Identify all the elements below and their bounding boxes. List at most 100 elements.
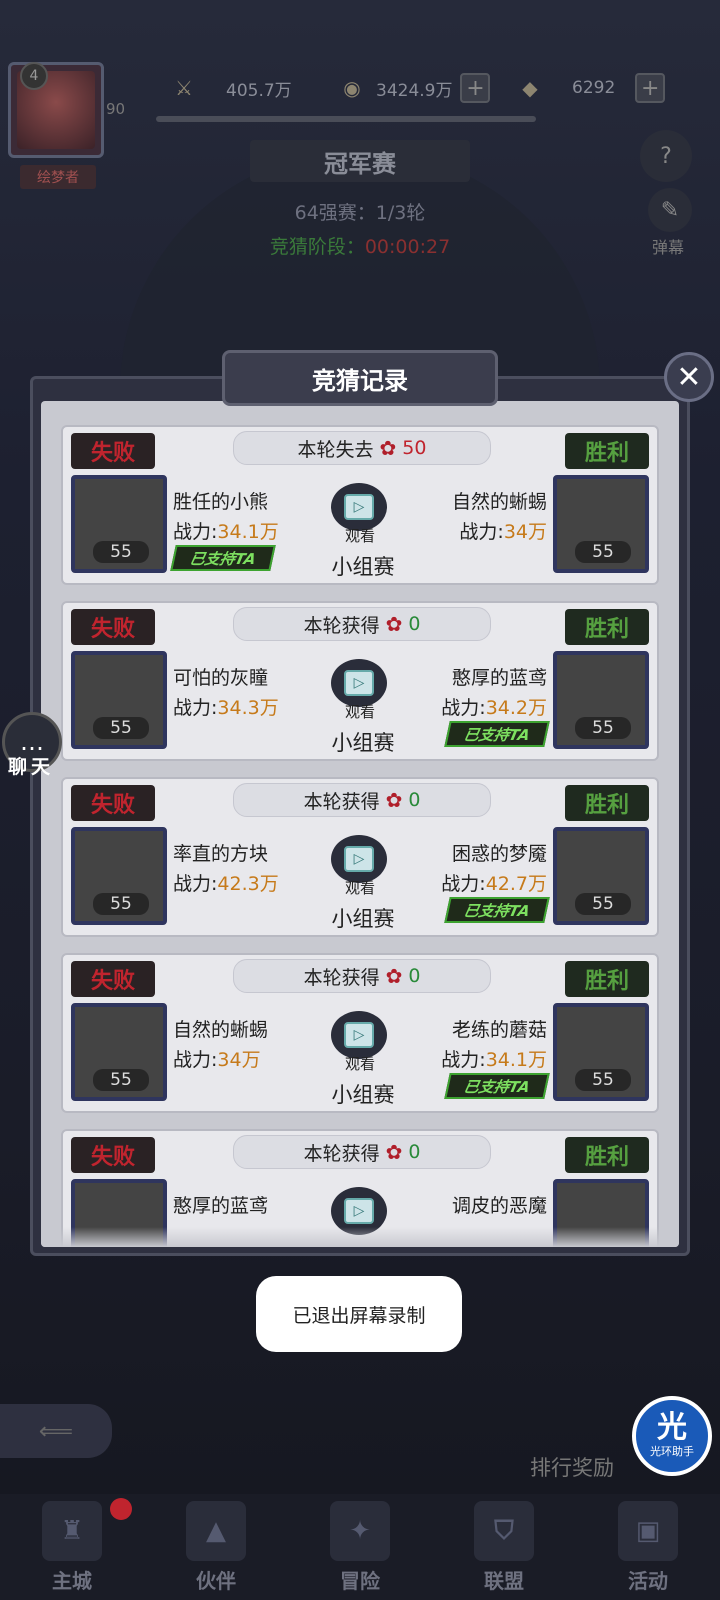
round-result-banner: 本轮失去 ✿ 50 (233, 431, 491, 465)
rose-icon: ✿ (385, 612, 403, 636)
left-player-name: 自然的蜥蜴 (173, 1019, 269, 1041)
right-player-portrait[interactable]: 55 (553, 1003, 649, 1101)
power-label: 战力: (441, 697, 486, 719)
bet-record-modal: 失败 胜利 本轮失去 ✿ 50 55 胜任的小熊 战力:34.1万 已支持TA ▷… (30, 376, 690, 1256)
right-power: 战力:34.2万 (441, 693, 547, 720)
right-player-name: 自然的蜥蜴 (451, 491, 547, 513)
danmu-icon[interactable]: ✎ (648, 188, 692, 232)
round-result-banner: 本轮获得 ✿ 0 (233, 959, 491, 993)
rose-icon: ✿ (379, 436, 397, 460)
watch-button[interactable]: ▷ (331, 483, 387, 531)
right-player-name: 憨厚的蓝鸢 (451, 667, 547, 689)
player-exp: 90 (106, 100, 126, 118)
diamond-icon: ◆ (522, 76, 538, 100)
record-card: 失败 胜利 本轮获得 ✿ 0 55 可怕的灰瞳 战力:34.3万 ▷ 观看 小组赛… (61, 601, 659, 761)
lose-tag: 失败 (71, 433, 155, 469)
win-tag: 胜利 (565, 433, 649, 469)
level-label: 55 (575, 717, 631, 739)
nav-item-adventure[interactable]: ✦ 冒险 (288, 1494, 432, 1600)
nav-item-partner[interactable]: ▲ 伙伴 (144, 1494, 288, 1600)
banner-amount: 0 (408, 789, 421, 811)
lose-tag: 失败 (71, 785, 155, 821)
level-label: 55 (575, 1069, 631, 1091)
notification-dot (110, 1498, 132, 1520)
lose-tag: 失败 (71, 961, 155, 997)
power-value: 34万 (503, 521, 547, 543)
bottom-nav: ♜ 主城 ▲ 伙伴 ✦ 冒险 ⛉ 联盟 ▣ 活动 (0, 1494, 720, 1600)
danmu-label: 弹幕 (652, 238, 685, 257)
close-button[interactable]: ✕ (664, 352, 714, 402)
right-support-badge: 已支持TA (444, 897, 550, 923)
scroll-fade (41, 1227, 679, 1247)
rose-icon: ✿ (385, 788, 403, 812)
power-label: 战力: (173, 873, 218, 895)
back-button[interactable]: ⟸ (0, 1404, 112, 1458)
watch-label: 观看 (344, 1055, 375, 1073)
banner-label: 本轮获得 (303, 966, 380, 989)
watch-button[interactable]: ▷ (331, 835, 387, 883)
nav-item-activity[interactable]: ▣ 活动 (576, 1494, 720, 1600)
left-player-portrait[interactable]: 55 (71, 651, 167, 749)
right-support-badge: 已支持TA (444, 721, 550, 747)
play-icon: ▷ (344, 494, 374, 520)
level-label: 55 (93, 541, 149, 563)
left-player-portrait[interactable]: 55 (71, 827, 167, 925)
add-coin-button[interactable]: + (460, 73, 491, 103)
power-resource: ⚔ 405.7万 (166, 70, 292, 106)
left-player-portrait[interactable]: 55 (71, 475, 167, 573)
record-list[interactable]: 失败 胜利 本轮失去 ✿ 50 55 胜任的小熊 战力:34.1万 已支持TA ▷… (41, 401, 679, 1247)
right-player-portrait[interactable]: 55 (553, 651, 649, 749)
stage-label: 小组赛 (331, 555, 395, 579)
castle-icon: ♜ (42, 1501, 102, 1561)
win-tag: 胜利 (565, 1137, 649, 1173)
play-icon: ▷ (344, 1022, 374, 1048)
power-value: 42.7万 (485, 873, 547, 895)
banner-amount: 0 (408, 613, 421, 635)
record-card: 失败 胜利 本轮获得 ✿ 0 55 率直的方块 战力:42.3万 ▷ 观看 小组赛… (61, 777, 659, 937)
win-tag: 胜利 (565, 609, 649, 645)
help-button[interactable]: ? (640, 130, 692, 182)
player-level-badge: 4 (20, 62, 48, 90)
banner-label: 本轮获得 (303, 790, 380, 813)
right-player-portrait[interactable]: 55 (553, 827, 649, 925)
cards-icon: ▣ (618, 1501, 678, 1561)
left-support-badge: 已支持TA (170, 545, 276, 571)
level-label: 55 (93, 893, 149, 915)
left-player-portrait[interactable]: 55 (71, 1003, 167, 1101)
event-round: 64强赛：1/3轮 (294, 202, 426, 224)
nav-label: 主城 (52, 1569, 92, 1593)
right-support-badge: 已支持TA (444, 1073, 550, 1099)
right-player-name: 困惑的梦魇 (451, 843, 547, 865)
rose-icon: ✿ (385, 1140, 403, 1164)
assistant-icon: 光 (657, 1410, 687, 1445)
nav-label: 伙伴 (196, 1569, 236, 1593)
shield-icon: ⛉ (474, 1501, 534, 1561)
rank-reward-label[interactable]: 排行奖励 (530, 1452, 614, 1482)
power-label: 战力: (173, 697, 218, 719)
watch-label: 观看 (344, 703, 375, 721)
right-power: 战力:34.1万 (441, 1045, 547, 1072)
assistant-button[interactable]: 光 光环助手 (632, 1396, 712, 1476)
power-value: 34.3万 (217, 697, 279, 719)
round-result-banner: 本轮获得 ✿ 0 (233, 1135, 491, 1169)
record-card: 失败 胜利 本轮获得 ✿ 0 55 自然的蜥蜴 战力:34万 ▷ 观看 小组赛 5… (61, 953, 659, 1113)
phase-time: 00:00:27 (364, 236, 451, 258)
power-label: 战力: (173, 1049, 218, 1071)
watch-button[interactable]: ▷ (331, 1011, 387, 1059)
left-power: 战力:34.3万 (173, 693, 279, 720)
wizard-hat-icon: ▲ (186, 1501, 246, 1561)
right-player-portrait[interactable]: 55 (553, 475, 649, 573)
rose-icon: ✿ (385, 964, 403, 988)
stage-label: 小组赛 (331, 731, 395, 755)
play-icon: ▷ (344, 670, 374, 696)
modal-title: 竞猜记录 (222, 350, 498, 406)
left-power: 战力:34.1万 (173, 517, 279, 544)
coin-resource: ◉ 3424.9万 + (334, 70, 491, 106)
coin-value: 3424.9万 (376, 80, 453, 101)
nav-label: 活动 (628, 1569, 668, 1593)
add-diamond-button[interactable]: + (635, 73, 666, 103)
right-power: 战力:42.7万 (441, 869, 547, 896)
watch-button[interactable]: ▷ (331, 659, 387, 707)
chat-label: 聊天 (8, 756, 55, 778)
nav-item-alliance[interactable]: ⛉ 联盟 (432, 1494, 576, 1600)
